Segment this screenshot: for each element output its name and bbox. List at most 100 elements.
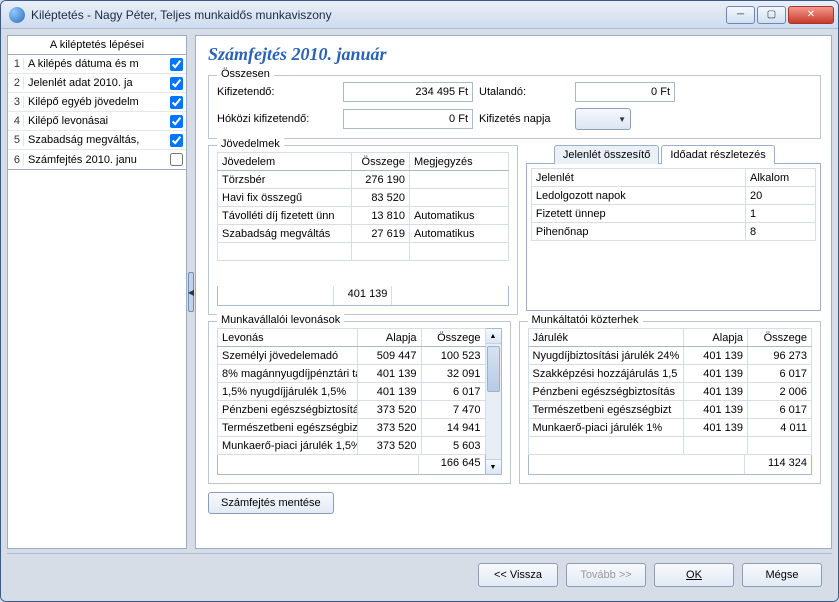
table-row <box>218 243 509 261</box>
step-label: Számfejtés 2010. janu <box>24 154 166 166</box>
incomes-group: Jövedelmek Jövedelem Összege Megjegyzés … <box>208 145 518 315</box>
step-label: A kilépés dátuma és m <box>24 58 166 70</box>
table-row[interactable]: Szakképzési hozzájárulás 1,5401 1396 017 <box>528 365 812 383</box>
next-button: Tovább >> <box>566 563 646 587</box>
step-number: 1 <box>8 58 24 70</box>
minimize-button[interactable]: ─ <box>726 6 755 24</box>
step-row[interactable]: 4 Kilépő levonásai <box>8 112 186 131</box>
incomes-col-amount: Összege <box>351 153 409 171</box>
emp-col-base: Alapja <box>684 329 748 347</box>
step-label: Kilépő egyéb jövedelm <box>24 96 166 108</box>
step-checkbox[interactable] <box>170 153 183 166</box>
table-row[interactable]: Fizetett ünnep1 <box>531 205 815 223</box>
employer-charges-total-row: 114 324 <box>528 455 813 475</box>
table-row[interactable]: 8% magánnyugdíjpénztári tag401 13932 091 <box>218 365 486 383</box>
utalando-value: 0 Ft <box>575 82 675 102</box>
ded-col-name: Levonás <box>218 329 358 347</box>
employee-deductions-legend: Munkavállalói levonások <box>217 314 344 326</box>
maximize-icon: ▢ <box>767 9 776 20</box>
app-icon <box>9 7 25 23</box>
table-row <box>528 437 812 455</box>
steps-panel: A kiléptetés lépései 1 A kilépés dátuma … <box>7 35 187 549</box>
ded-col-base: Alapja <box>357 329 421 347</box>
step-label: Kilépő levonásai <box>24 115 166 127</box>
wizard-button-strip: << Vissza Tovább >> OK Mégse <box>7 553 832 595</box>
kifizetendo-label: Kifizetendő: <box>217 86 337 98</box>
table-row[interactable]: Munkaerő-piaci járulék 1,5%373 5205 603 <box>218 437 486 455</box>
step-checkbox[interactable] <box>170 96 183 109</box>
employer-charges-legend: Munkáltatói közterhek <box>528 314 643 326</box>
employer-charges-group: Munkáltatói közterhek Járulék Alapja Öss… <box>519 321 822 484</box>
emp-col-name: Járulék <box>528 329 684 347</box>
summary-legend: Összesen <box>217 68 274 80</box>
save-calculation-button[interactable]: Számfejtés mentése <box>208 492 334 514</box>
step-number: 2 <box>8 77 24 89</box>
incomes-total: 401 139 <box>334 286 392 305</box>
table-row[interactable]: Szabadság megváltás27 619Automatikus <box>218 225 509 243</box>
chevron-left-icon: ◀ <box>188 272 194 312</box>
kifizetendo-value: 234 495 Ft <box>343 82 473 102</box>
step-row[interactable]: 2 Jelenlét adat 2010. ja <box>8 74 186 93</box>
step-row[interactable]: 5 Szabadság megváltás, <box>8 131 186 150</box>
table-row[interactable]: Munkaerő-piaci járulék 1%401 1394 011 <box>528 419 812 437</box>
maximize-button[interactable]: ▢ <box>757 6 786 24</box>
window-title: Kiléptetés - Nagy Péter, Teljes munkaidő… <box>31 8 726 22</box>
main-panel: Számfejtés 2010. január Összesen Kifizet… <box>195 35 832 549</box>
step-checkbox[interactable] <box>170 58 183 71</box>
collapse-handle[interactable]: ◀ <box>187 35 195 549</box>
table-row[interactable]: Pihenőnap8 <box>531 223 815 241</box>
table-row[interactable]: Nyugdíjbiztosítási járulék 24%401 13996 … <box>528 347 812 365</box>
employer-charges-table: Járulék Alapja Összege Nyugdíjbiztosítás… <box>528 328 813 455</box>
incomes-table: Jövedelem Összege Megjegyzés Törzsbér276… <box>217 152 509 261</box>
back-button[interactable]: << Vissza <box>478 563 558 587</box>
kifizetes-napja-combo[interactable]: ▼ <box>575 108 631 130</box>
table-row[interactable]: Távolléti díj fizetett ünn13 810Automati… <box>218 207 509 225</box>
chevron-down-icon: ▼ <box>618 115 626 124</box>
step-label: Jelenlét adat 2010. ja <box>24 77 166 89</box>
tab-presence-summary[interactable]: Jelenlét összesítő <box>554 145 659 164</box>
presence-tab-body: Jelenlét Alkalom Ledolgozott napok20 Fiz… <box>526 163 821 311</box>
step-checkbox[interactable] <box>170 134 183 147</box>
presence-col-name: Jelenlét <box>531 169 745 187</box>
window-frame: Kiléptetés - Nagy Péter, Teljes munkaidő… <box>0 0 839 602</box>
cancel-button[interactable]: Mégse <box>742 563 822 587</box>
step-row[interactable]: 3 Kilépő egyéb jövedelm <box>8 93 186 112</box>
page-title: Számfejtés 2010. január <box>208 44 821 65</box>
table-row[interactable]: Ledolgozott napok20 <box>531 187 815 205</box>
hokozi-value: 0 Ft <box>343 109 473 129</box>
summary-group: Összesen Kifizetendő: 234 495 Ft Utaland… <box>208 75 821 139</box>
incomes-col-note: Megjegyzés <box>409 153 508 171</box>
table-row[interactable]: Pénzbeni egészségbiztosítási j373 5207 4… <box>218 401 486 419</box>
step-row[interactable]: 6 Számfejtés 2010. janu <box>8 150 186 169</box>
steps-header: A kiléptetés lépései <box>7 35 187 55</box>
minimize-icon: ─ <box>737 9 744 20</box>
close-button[interactable]: ✕ <box>788 6 834 24</box>
step-number: 4 <box>8 115 24 127</box>
scroll-thumb[interactable] <box>487 346 500 392</box>
step-label: Szabadság megváltás, <box>24 134 166 146</box>
table-row[interactable]: Pénzbeni egészségbiztosítás401 1392 006 <box>528 383 812 401</box>
employee-deductions-group: Munkavállalói levonások Levonás Alapja Ö… <box>208 321 511 484</box>
step-number: 3 <box>8 96 24 108</box>
presence-col-count: Alkalom <box>746 169 816 187</box>
scroll-up-icon: ▲ <box>486 329 501 344</box>
table-row[interactable]: Személyi jövedelemadó509 447100 523 <box>218 347 486 365</box>
incomes-total-row: 401 139 <box>217 286 509 306</box>
table-row[interactable]: Havi fix összegű83 520 <box>218 189 509 207</box>
ok-button[interactable]: OK <box>654 563 734 587</box>
table-row[interactable]: 1,5% nyugdíjjárulék 1,5%401 1396 017 <box>218 383 486 401</box>
titlebar: Kiléptetés - Nagy Péter, Teljes munkaidő… <box>1 1 838 29</box>
employee-deductions-total: 166 645 <box>419 455 485 474</box>
ded-col-amount: Összege <box>421 329 485 347</box>
table-row[interactable]: Természetbeni egészségbizt401 1396 017 <box>528 401 812 419</box>
step-checkbox[interactable] <box>170 77 183 90</box>
kifizetes-napja-label: Kifizetés napja <box>479 113 569 125</box>
scrollbar[interactable]: ▲ ▼ <box>486 328 502 475</box>
step-row[interactable]: 1 A kilépés dátuma és m <box>8 55 186 74</box>
step-number: 6 <box>8 154 24 166</box>
table-row[interactable]: Természetbeni egészségbizto373 52014 941 <box>218 419 486 437</box>
employee-deductions-table: Levonás Alapja Összege Személyi jövedele… <box>217 328 486 455</box>
step-checkbox[interactable] <box>170 115 183 128</box>
tab-time-detail[interactable]: Időadat részletezés <box>661 145 774 164</box>
table-row[interactable]: Törzsbér276 190 <box>218 171 509 189</box>
